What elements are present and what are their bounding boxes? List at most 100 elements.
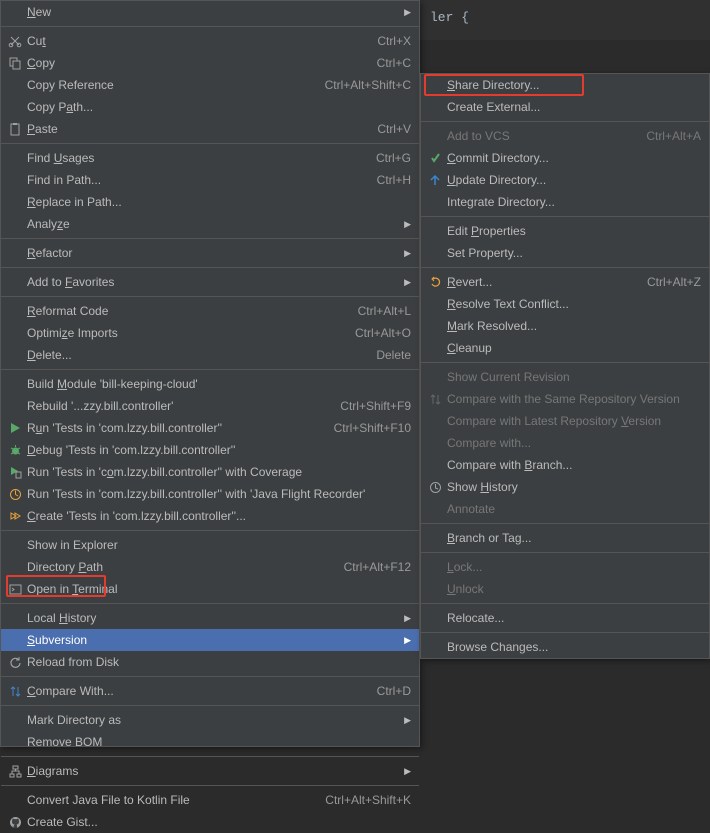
blank-icon [5, 376, 25, 392]
separator [1, 676, 419, 677]
menu-item-build-module[interactable]: Build Module 'bill-keeping-cloud' [1, 373, 419, 395]
menu-item-find-usages[interactable]: Find Usages Ctrl+G [1, 147, 419, 169]
chevron-right-icon: ▶ [401, 715, 411, 726]
menu-item-find-in-path[interactable]: Find in Path... Ctrl+H [1, 169, 419, 191]
menu-item-delete[interactable]: Delete... Delete [1, 344, 419, 366]
menu-item-run-coverage[interactable]: Run 'Tests in 'com.lzzy.bill.controller'… [1, 461, 419, 483]
chevron-right-icon: ▶ [401, 766, 411, 777]
menu-item-subversion[interactable]: Subversion ▶ [1, 629, 419, 651]
menu-item-remove-bom[interactable]: Remove BOM [1, 731, 419, 753]
menu-item-optimize-imports[interactable]: Optimize Imports Ctrl+Alt+O [1, 322, 419, 344]
blank-icon [5, 245, 25, 261]
menu-item-unlock: Unlock [421, 578, 709, 600]
blank-icon [425, 369, 445, 385]
menu-item-compare-with[interactable]: Compare With... Ctrl+D [1, 680, 419, 702]
blank-icon [425, 245, 445, 261]
menu-item-reload-from-disk[interactable]: Reload from Disk [1, 651, 419, 673]
menu-item-directory-path[interactable]: Directory Path Ctrl+Alt+F12 [1, 556, 419, 578]
chevron-right-icon: ▶ [401, 635, 411, 646]
history-icon [425, 479, 445, 495]
menu-item-create-tests[interactable]: Create 'Tests in 'com.lzzy.bill.controll… [1, 505, 419, 527]
blank-icon [5, 537, 25, 553]
menu-item-open-in-terminal[interactable]: Open in Terminal [1, 578, 419, 600]
menu-item-analyze[interactable]: Analyze ▶ [1, 213, 419, 235]
separator [1, 26, 419, 27]
separator [1, 369, 419, 370]
blank-icon [425, 99, 445, 115]
separator [421, 523, 709, 524]
blank-icon [425, 128, 445, 144]
diff-icon [5, 683, 25, 699]
run-icon [5, 420, 25, 436]
blank-icon [5, 325, 25, 341]
menu-item-paste[interactable]: Paste Ctrl+V [1, 118, 419, 140]
menu-item-create-gist[interactable]: Create Gist... [1, 811, 419, 833]
menu-item-create-external[interactable]: Create External... [421, 96, 709, 118]
chevron-right-icon: ▶ [401, 219, 411, 230]
chevron-right-icon: ▶ [401, 277, 411, 288]
chevron-right-icon: ▶ [401, 7, 411, 18]
menu-item-add-to-favorites[interactable]: Add to Favorites ▶ [1, 271, 419, 293]
blank-icon [425, 530, 445, 546]
menu-item-resolve-conflict[interactable]: Resolve Text Conflict... [421, 293, 709, 315]
blank-icon [5, 632, 25, 648]
separator [1, 296, 419, 297]
menu-item-rebuild[interactable]: Rebuild '...zzy.bill.controller' Ctrl+Sh… [1, 395, 419, 417]
menu-item-mark-resolved[interactable]: Mark Resolved... [421, 315, 709, 337]
menu-item-branch-or-tag[interactable]: Branch or Tag... [421, 527, 709, 549]
menu-item-debug-tests[interactable]: Debug 'Tests in 'com.lzzy.bill.controlle… [1, 439, 419, 461]
menu-item-run-jfr[interactable]: Run 'Tests in 'com.lzzy.bill.controller'… [1, 483, 419, 505]
menu-item-new[interactable]: New ▶ [1, 1, 419, 23]
menu-item-compare-branch[interactable]: Compare with Branch... [421, 454, 709, 476]
menu-item-run-tests[interactable]: Run 'Tests in 'com.lzzy.bill.controller'… [1, 417, 419, 439]
menu-item-copy-reference[interactable]: Copy Reference Ctrl+Alt+Shift+C [1, 74, 419, 96]
reload-icon [5, 654, 25, 670]
menu-item-compare-latest-repo: Compare with Latest Repository Version [421, 410, 709, 432]
paste-icon [5, 121, 25, 137]
menu-item-show-history[interactable]: Show History [421, 476, 709, 498]
revert-icon [425, 274, 445, 290]
menu-item-integrate-directory[interactable]: Integrate Directory... [421, 191, 709, 213]
github-icon [5, 814, 25, 830]
blank-icon [5, 77, 25, 93]
menu-item-revert[interactable]: Revert... Ctrl+Alt+Z [421, 271, 709, 293]
menu-item-show-in-explorer[interactable]: Show in Explorer [1, 534, 419, 556]
menu-item-cleanup[interactable]: Cleanup [421, 337, 709, 359]
menu-item-set-property[interactable]: Set Property... [421, 242, 709, 264]
blank-icon [425, 501, 445, 517]
menu-item-copy[interactable]: Copy Ctrl+C [1, 52, 419, 74]
separator [1, 238, 419, 239]
scissors-icon [5, 33, 25, 49]
separator [421, 603, 709, 604]
blank-icon [5, 150, 25, 166]
menu-item-convert-kotlin[interactable]: Convert Java File to Kotlin File Ctrl+Al… [1, 789, 419, 811]
blank-icon [425, 318, 445, 334]
run-coverage-icon [5, 464, 25, 480]
menu-item-refactor[interactable]: Refactor ▶ [1, 242, 419, 264]
blank-icon [425, 77, 445, 93]
blank-icon [5, 216, 25, 232]
separator [421, 121, 709, 122]
menu-item-edit-properties[interactable]: Edit Properties [421, 220, 709, 242]
menu-item-reformat-code[interactable]: Reformat Code Ctrl+Alt+L [1, 300, 419, 322]
menu-item-commit-directory[interactable]: Commit Directory... [421, 147, 709, 169]
menu-item-cut[interactable]: Cut Ctrl+X [1, 30, 419, 52]
context-menu: New ▶ Cut Ctrl+X Copy Ctrl+C Copy Refere… [0, 0, 420, 747]
separator [421, 362, 709, 363]
blank-icon [425, 194, 445, 210]
menu-item-update-directory[interactable]: Update Directory... [421, 169, 709, 191]
blank-icon [5, 4, 25, 20]
menu-item-local-history[interactable]: Local History ▶ [1, 607, 419, 629]
separator [421, 632, 709, 633]
chevron-right-icon: ▶ [401, 613, 411, 624]
menu-item-replace-in-path[interactable]: Replace in Path... [1, 191, 419, 213]
blank-icon [425, 435, 445, 451]
menu-item-share-directory[interactable]: Share Directory... [421, 74, 709, 96]
menu-item-relocate[interactable]: Relocate... [421, 607, 709, 629]
menu-item-diagrams[interactable]: Diagrams ▶ [1, 760, 419, 782]
separator [421, 216, 709, 217]
menu-item-browse-changes[interactable]: Browse Changes... [421, 636, 709, 658]
diff-icon [425, 391, 445, 407]
menu-item-copy-path[interactable]: Copy Path... [1, 96, 419, 118]
menu-item-mark-directory-as[interactable]: Mark Directory as ▶ [1, 709, 419, 731]
